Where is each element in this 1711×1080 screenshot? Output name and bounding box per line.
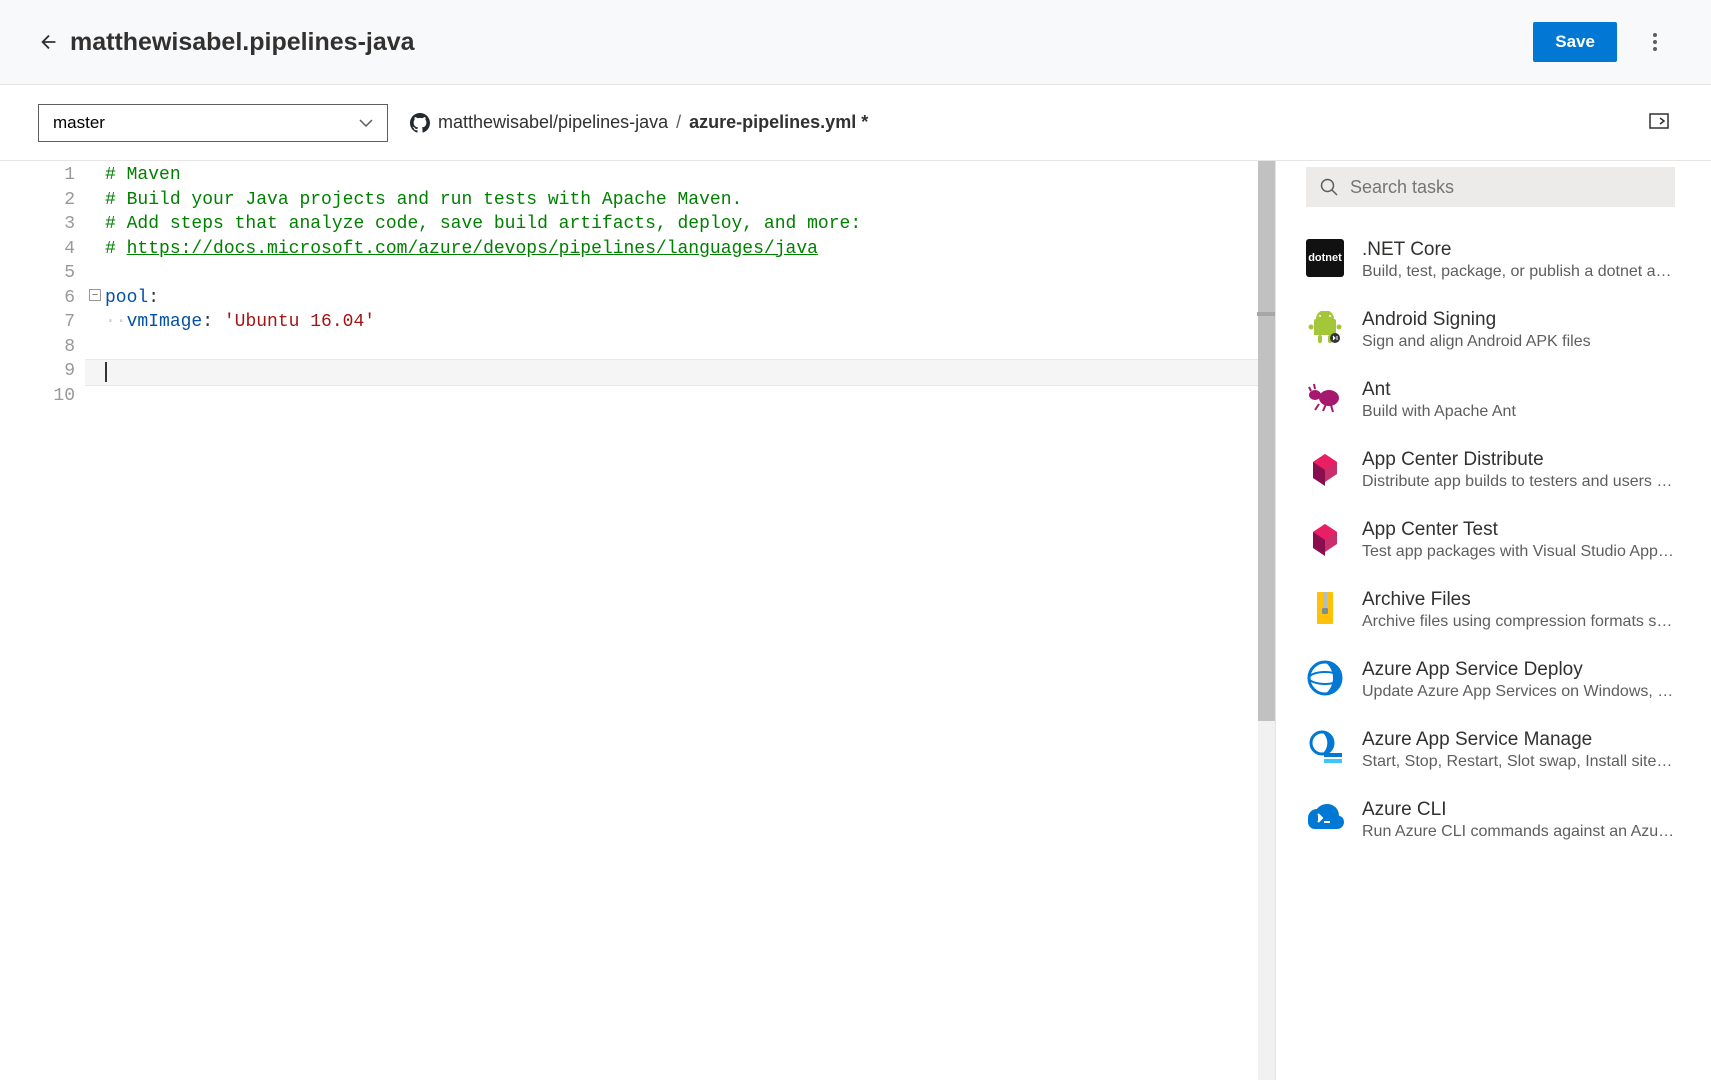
line-number: 9 — [0, 359, 85, 384]
minimap-mark — [1257, 312, 1275, 316]
task-text: Azure App Service Manage Start, Stop, Res… — [1362, 729, 1675, 771]
task-item[interactable]: Azure App Service Deploy Update Azure App… — [1306, 645, 1675, 715]
android-icon — [1306, 309, 1344, 347]
task-text: Ant Build with Apache Ant — [1362, 379, 1675, 421]
line-number: 1 — [0, 163, 85, 188]
code-editor[interactable]: # Maven# Build your Java projects and ru… — [85, 161, 1258, 1080]
archive-icon — [1306, 589, 1344, 627]
more-vertical-icon — [1653, 33, 1657, 51]
line-number: 5 — [0, 261, 85, 286]
editor-scrollbar[interactable] — [1258, 161, 1276, 1080]
azure-cli-icon — [1306, 799, 1344, 837]
task-text: Azure CLI Run Azure CLI commands against … — [1362, 799, 1675, 841]
appcenter-icon — [1306, 449, 1344, 487]
task-description: Archive files using compression formats … — [1362, 613, 1675, 631]
task-item[interactable]: App Center Distribute Distribute app buil… — [1306, 435, 1675, 505]
code-line[interactable]: # https://docs.microsoft.com/azure/devop… — [105, 237, 1258, 262]
task-title: Archive Files — [1362, 589, 1675, 611]
save-button[interactable]: Save — [1533, 22, 1617, 62]
code-line[interactable]: ··vmImage: 'Ubuntu 16.04' — [105, 310, 1258, 335]
page-title: matthewisabel.pipelines-java — [70, 28, 1533, 57]
fullscreen-icon — [1649, 113, 1669, 129]
task-title: Azure App Service Deploy — [1362, 659, 1675, 681]
breadcrumb-filename: azure-pipelines.yml * — [689, 112, 868, 133]
task-text: Android Signing Sign and align Android AP… — [1362, 309, 1675, 351]
task-text: App Center Distribute Distribute app buil… — [1362, 449, 1675, 491]
search-tasks-box[interactable] — [1306, 167, 1675, 207]
search-input[interactable] — [1350, 177, 1661, 198]
subheader: master matthewisabel/pipelines-java / az… — [0, 85, 1711, 161]
code-line[interactable] — [105, 386, 1258, 411]
dotnet-icon: dotnet — [1306, 239, 1344, 277]
code-line[interactable]: pool: — [105, 286, 1258, 311]
code-line[interactable]: # Build your Java projects and run tests… — [105, 188, 1258, 213]
task-title: .NET Core — [1362, 239, 1675, 261]
task-description: Start, Stop, Restart, Slot swap, Install… — [1362, 753, 1675, 771]
fold-toggle[interactable]: − — [89, 289, 101, 301]
azure-globe-icon — [1306, 659, 1344, 697]
breadcrumb-separator: / — [676, 112, 681, 133]
line-number-gutter: 12345678910 — [0, 161, 85, 1080]
azure-manage-icon — [1306, 729, 1344, 767]
code-line[interactable] — [105, 261, 1258, 286]
line-number: 7 — [0, 310, 85, 335]
task-title: Android Signing — [1362, 309, 1675, 331]
github-icon — [410, 113, 430, 133]
line-number: 2 — [0, 188, 85, 213]
task-description: Sign and align Android APK files — [1362, 333, 1675, 351]
task-description: Run Azure CLI commands against an Azure … — [1362, 823, 1675, 841]
line-number: 10 — [0, 384, 85, 409]
code-line[interactable] — [105, 335, 1258, 360]
task-title: App Center Distribute — [1362, 449, 1675, 471]
task-text: App Center Test Test app packages with Vi… — [1362, 519, 1675, 561]
task-title: Azure App Service Manage — [1362, 729, 1675, 751]
scrollbar-thumb[interactable] — [1258, 161, 1275, 721]
task-title: Azure CLI — [1362, 799, 1675, 821]
task-item[interactable]: Archive Files Archive files using compres… — [1306, 575, 1675, 645]
line-number: 8 — [0, 335, 85, 360]
task-item[interactable]: dotnet .NET Core Build, test, package, or … — [1306, 225, 1675, 295]
task-item[interactable]: Ant Build with Apache Ant — [1306, 365, 1675, 435]
chevron-down-icon — [359, 119, 373, 127]
task-item[interactable]: Android Signing Sign and align Android AP… — [1306, 295, 1675, 365]
breadcrumb-repo[interactable]: matthewisabel/pipelines-java — [438, 112, 668, 133]
task-description: Build, test, package, or publish a dotne… — [1362, 263, 1675, 281]
task-item[interactable]: Azure CLI Run Azure CLI commands against … — [1306, 785, 1675, 855]
branch-name: master — [53, 113, 105, 133]
task-list: dotnet .NET Core Build, test, package, or … — [1306, 225, 1675, 855]
header: matthewisabel.pipelines-java Save — [0, 0, 1711, 85]
code-line[interactable]: # Maven — [105, 163, 1258, 188]
task-item[interactable]: App Center Test Test app packages with Vi… — [1306, 505, 1675, 575]
editor-pane: 12345678910 − # Maven# Build your Java p… — [0, 161, 1276, 1080]
line-number: 3 — [0, 212, 85, 237]
task-title: Ant — [1362, 379, 1675, 401]
tasks-panel: dotnet .NET Core Build, test, package, or … — [1276, 161, 1711, 1080]
branch-selector[interactable]: master — [38, 104, 388, 142]
appcenter-icon — [1306, 519, 1344, 557]
ant-icon — [1306, 379, 1344, 417]
task-description: Build with Apache Ant — [1362, 403, 1675, 421]
line-number: 4 — [0, 237, 85, 262]
task-description: Test app packages with Visual Studio App… — [1362, 543, 1675, 561]
task-description: Update Azure App Services on Windows, We… — [1362, 683, 1675, 701]
task-item[interactable]: Azure App Service Manage Start, Stop, Res… — [1306, 715, 1675, 785]
code-line[interactable]: # Add steps that analyze code, save buil… — [105, 212, 1258, 237]
task-title: App Center Test — [1362, 519, 1675, 541]
back-arrow-icon[interactable] — [38, 31, 60, 53]
more-options-button[interactable] — [1637, 24, 1673, 60]
code-line[interactable] — [85, 359, 1258, 386]
line-number: 6 — [0, 286, 85, 311]
task-text: Azure App Service Deploy Update Azure App… — [1362, 659, 1675, 701]
task-description: Distribute app builds to testers and use… — [1362, 473, 1675, 491]
fullscreen-button[interactable] — [1645, 109, 1673, 136]
search-icon — [1320, 178, 1338, 196]
task-text: .NET Core Build, test, package, or publis… — [1362, 239, 1675, 281]
breadcrumb: matthewisabel/pipelines-java / azure-pip… — [410, 112, 1645, 133]
task-text: Archive Files Archive files using compres… — [1362, 589, 1675, 631]
main-content: 12345678910 − # Maven# Build your Java p… — [0, 161, 1711, 1080]
